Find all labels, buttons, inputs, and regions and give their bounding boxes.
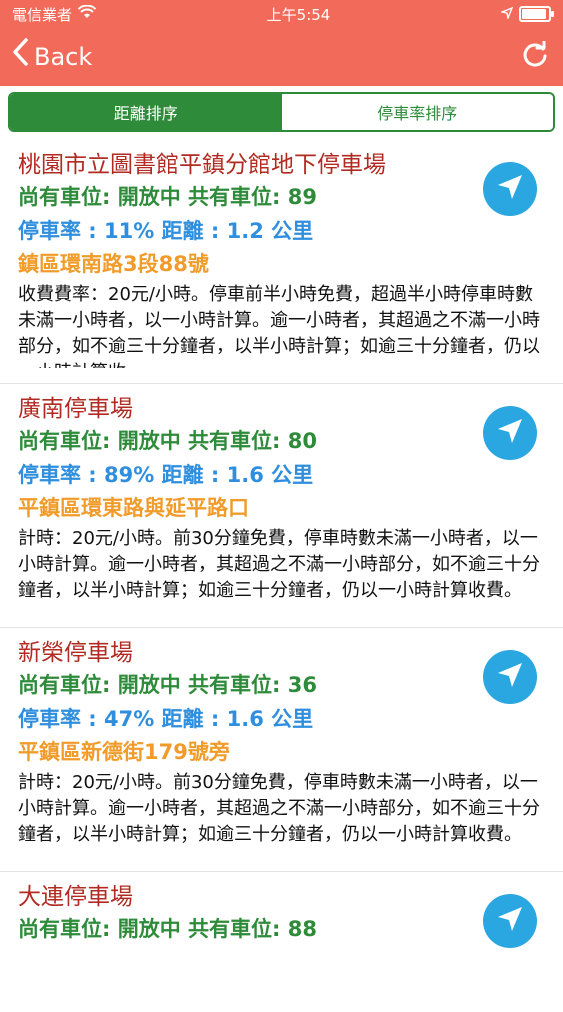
parking-address: 平鎮區新德街179號旁: [18, 740, 230, 764]
status-left: 電信業者: [12, 4, 97, 25]
tab-sort-distance[interactable]: 距離排序: [10, 94, 282, 130]
parking-name: 新榮停車場: [18, 640, 133, 666]
location-arrow-icon: [499, 5, 514, 23]
parking-rate-distance: 停車率 : 11% 距離 : 1.2 公里: [18, 219, 314, 243]
navigation-arrow-icon: [495, 904, 525, 938]
navigation-arrow-icon: [495, 172, 525, 206]
parking-availability: 尚有車位: 開放中 共有車位: 89: [18, 185, 317, 209]
list-item[interactable]: 新榮停車場 尚有車位: 開放中 共有車位: 36 停車率 : 47% 距離 : …: [0, 628, 563, 872]
navigate-button[interactable]: [483, 162, 537, 216]
parking-availability: 尚有車位: 開放中 共有車位: 36: [18, 673, 317, 697]
list-item[interactable]: 桃園市立圖書館平鎮分館地下停車場 尚有車位: 開放中 共有車位: 89 停車率 …: [0, 140, 563, 384]
navigation-arrow-icon: [495, 416, 525, 450]
tab-sort-occupancy[interactable]: 停車率排序: [281, 94, 553, 130]
back-button[interactable]: Back: [12, 38, 93, 72]
parking-rate-distance: 停車率 : 89% 距離 : 1.6 公里: [18, 463, 314, 487]
refresh-button[interactable]: [519, 40, 551, 73]
parking-list: 桃園市立圖書館平鎮分館地下停車場 尚有車位: 開放中 共有車位: 89 停車率 …: [0, 140, 563, 1012]
status-right: [499, 5, 554, 23]
navigation-bar: Back: [0, 28, 563, 86]
chevron-left-icon: [12, 38, 28, 72]
parking-fee: 計時：20元/小時。前30分鐘免費，停車時數未滿一小時者，以一小時計算。逾一小時…: [18, 772, 540, 845]
navigate-button[interactable]: [483, 894, 537, 948]
list-item[interactable]: 大連停車場 尚有車位: 開放中 共有車位: 88: [0, 872, 563, 1012]
parking-availability: 尚有車位: 開放中 共有車位: 88: [18, 917, 317, 941]
navigation-arrow-icon: [495, 660, 525, 694]
parking-name: 廣南停車場: [18, 396, 133, 422]
parking-name: 桃園市立圖書館平鎮分館地下停車場: [18, 152, 386, 178]
parking-address: 鎮區環南路3段88號: [18, 252, 209, 276]
parking-fee: 計時：20元/小時。前30分鐘免費，停車時數未滿一小時者，以一小時計算。逾一小時…: [18, 528, 540, 601]
parking-availability: 尚有車位: 開放中 共有車位: 80: [18, 429, 317, 453]
back-label: Back: [34, 43, 93, 71]
parking-address: 平鎮區環東路與延平路口: [18, 496, 249, 520]
parking-name: 大連停車場: [18, 884, 133, 910]
status-time: 上午5:54: [266, 5, 331, 24]
navigate-button[interactable]: [483, 406, 537, 460]
refresh-icon: [521, 40, 549, 73]
list-item[interactable]: 廣南停車場 尚有車位: 開放中 共有車位: 80 停車率 : 89% 距離 : …: [0, 384, 563, 628]
wifi-icon: [77, 4, 97, 23]
parking-rate-distance: 停車率 : 47% 距離 : 1.6 公里: [18, 707, 314, 731]
battery-icon: [518, 6, 554, 22]
carrier-label: 電信業者: [12, 5, 73, 24]
status-bar: 電信業者 上午5:54: [0, 0, 563, 28]
sort-segmented-control: 距離排序 停車率排序: [8, 92, 555, 132]
parking-fee: 收費費率：20元/小時。停車前半小時免費，超過半小時停車時數未滿一小時者，以一小…: [18, 284, 540, 368]
navigate-button[interactable]: [483, 650, 537, 704]
